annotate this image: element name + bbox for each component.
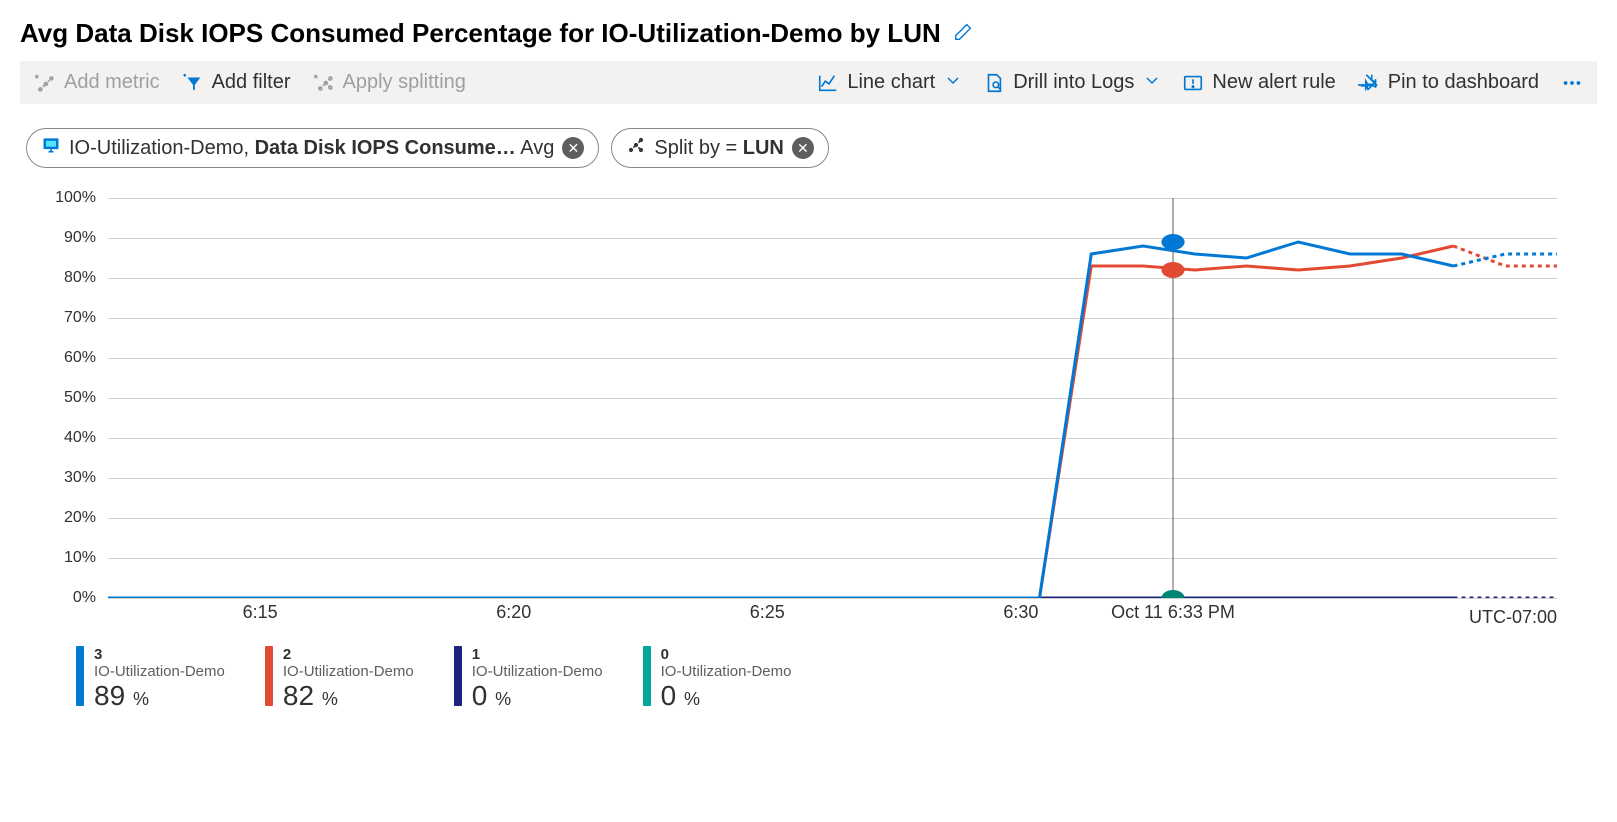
legend: 3IO-Utilization-Demo89 % 2IO-Utilization-… bbox=[76, 646, 1597, 712]
plot bbox=[108, 198, 1557, 598]
add-metric-button[interactable]: Add metric bbox=[34, 71, 160, 94]
metric-pill[interactable]: IO-Utilization-Demo, Data Disk IOPS Cons… bbox=[26, 128, 599, 168]
toolbar: Add metric Add filter Apply splitting Li… bbox=[20, 61, 1597, 104]
chart-type-dropdown[interactable]: Line chart bbox=[817, 71, 961, 94]
close-icon[interactable]: ✕ bbox=[562, 137, 584, 159]
vm-icon bbox=[41, 135, 61, 161]
legend-item[interactable]: 2IO-Utilization-Demo82 % bbox=[265, 646, 414, 712]
apply-splitting-button[interactable]: Apply splitting bbox=[313, 71, 466, 94]
filter-plus-icon bbox=[182, 72, 204, 94]
pin-button[interactable]: Pin to dashboard bbox=[1358, 71, 1539, 94]
pin-icon bbox=[1358, 72, 1380, 94]
close-icon[interactable]: ✕ bbox=[792, 137, 814, 159]
split-icon bbox=[626, 135, 646, 161]
legend-item[interactable]: 3IO-Utilization-Demo89 % bbox=[76, 646, 225, 712]
split-plus-icon bbox=[313, 72, 335, 94]
x-axis-labels: 6:156:206:256:30Oct 11 6:33 PM bbox=[108, 598, 1557, 628]
drill-logs-dropdown[interactable]: Drill into Logs bbox=[983, 71, 1160, 94]
plus-scatter-icon bbox=[34, 72, 56, 94]
logs-icon bbox=[983, 72, 1005, 94]
page-title: Avg Data Disk IOPS Consumed Percentage f… bbox=[20, 18, 941, 49]
more-icon bbox=[1561, 72, 1583, 94]
edit-icon[interactable] bbox=[953, 20, 975, 47]
legend-item[interactable]: 1IO-Utilization-Demo0 % bbox=[454, 646, 603, 712]
timezone-label: UTC-07:00 bbox=[1469, 607, 1557, 628]
y-axis-labels: 0%10%20%30%40%50%60%70%80%90%100% bbox=[32, 198, 104, 598]
split-pill[interactable]: Split by = LUN ✕ bbox=[611, 128, 829, 168]
legend-item[interactable]: 0IO-Utilization-Demo0 % bbox=[643, 646, 792, 712]
more-button[interactable] bbox=[1561, 72, 1583, 94]
chart-area[interactable]: 0%10%20%30%40%50%60%70%80%90%100% 6:156:… bbox=[32, 198, 1557, 628]
new-alert-button[interactable]: New alert rule bbox=[1182, 71, 1335, 94]
chevron-down-icon bbox=[945, 71, 961, 94]
chevron-down-icon bbox=[1144, 71, 1160, 94]
alert-icon bbox=[1182, 72, 1204, 94]
line-chart-icon bbox=[817, 72, 839, 94]
add-filter-button[interactable]: Add filter bbox=[182, 71, 291, 94]
